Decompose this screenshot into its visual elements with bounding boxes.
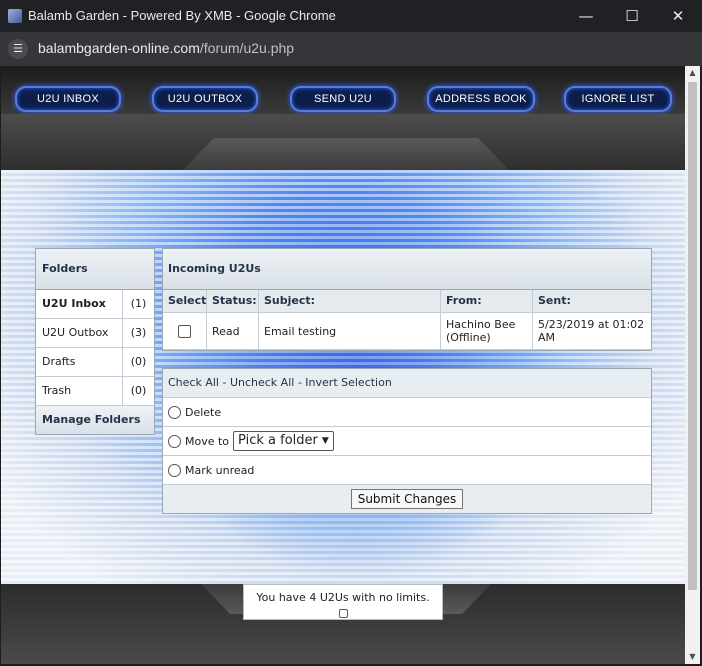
inbox-column-headers: Select Status: Subject: From: Sent: bbox=[163, 290, 651, 313]
nav-u2u-outbox[interactable]: U2U OUTBOX bbox=[152, 86, 258, 112]
submit-changes-button[interactable]: Submit Changes bbox=[350, 489, 464, 509]
url-path: /forum/u2u.php bbox=[199, 40, 295, 56]
col-sent: Sent: bbox=[538, 294, 571, 307]
separator: - bbox=[218, 376, 230, 389]
table-row: Read Email testing Hachino Bee (Offline)… bbox=[163, 313, 651, 350]
submit-row: Submit Changes bbox=[163, 485, 651, 513]
folder-name[interactable]: Trash bbox=[36, 377, 123, 405]
folder-name[interactable]: U2U Outbox bbox=[36, 319, 123, 347]
folder-count: (0) bbox=[130, 355, 147, 368]
mark-unread-radio[interactable] bbox=[168, 463, 181, 477]
top-nav: U2U INBOX U2U OUTBOX SEND U2U ADDRESS BO… bbox=[1, 66, 685, 114]
delete-radio[interactable] bbox=[168, 405, 181, 419]
inbox-panel: Incoming U2Us Select Status: Subject: Fr… bbox=[162, 248, 652, 351]
manage-folders-link[interactable]: Manage Folders bbox=[36, 406, 154, 434]
nav-ignore-list[interactable]: IGNORE LIST bbox=[564, 86, 672, 112]
check-all-link[interactable]: Check All bbox=[168, 376, 219, 389]
folder-name[interactable]: Drafts bbox=[36, 348, 123, 376]
sent-cell: 5/23/2019 at 01:02 AM bbox=[538, 318, 645, 344]
url-host: balambgarden-online.com bbox=[38, 40, 200, 56]
from-link[interactable]: Hachino Bee (Offline) bbox=[441, 313, 533, 349]
folder-row-outbox[interactable]: U2U Outbox (3) bbox=[36, 319, 154, 348]
folder-row-inbox[interactable]: U2U Inbox (1) bbox=[36, 290, 154, 319]
separator: - bbox=[294, 376, 306, 389]
folder-row-trash[interactable]: Trash (0) bbox=[36, 377, 154, 406]
folder-count: (1) bbox=[130, 297, 147, 310]
inbox-title: Incoming U2Us bbox=[163, 249, 651, 290]
uncheck-all-link[interactable]: Uncheck All bbox=[230, 376, 294, 389]
subject-link[interactable]: Email testing bbox=[259, 313, 441, 349]
scroll-up-icon[interactable]: ▲ bbox=[685, 66, 700, 80]
nav-u2u-inbox[interactable]: U2U INBOX bbox=[15, 86, 121, 112]
mark-unread-label: Mark unread bbox=[185, 463, 255, 477]
site-info-icon[interactable]: ☰ bbox=[8, 39, 28, 59]
col-subject: Subject: bbox=[259, 290, 441, 312]
invert-selection-link[interactable]: Invert Selection bbox=[305, 376, 392, 389]
folders-panel: Folders U2U Inbox (1) U2U Outbox (3) Dra… bbox=[35, 248, 155, 435]
close-button[interactable]: ✕ bbox=[655, 0, 701, 32]
folder-select-value: Pick a folder bbox=[238, 433, 318, 448]
header-tab bbox=[181, 138, 511, 172]
folder-row-drafts[interactable]: Drafts (0) bbox=[36, 348, 154, 377]
folder-count: (0) bbox=[130, 384, 147, 397]
minimize-button[interactable]: — bbox=[563, 0, 609, 32]
move-radio[interactable] bbox=[168, 434, 181, 448]
status-cell: Read bbox=[207, 313, 259, 349]
scroll-down-icon[interactable]: ▼ bbox=[685, 650, 700, 664]
vertical-scrollbar[interactable]: ▲ ▼ bbox=[685, 66, 700, 664]
scroll-handle-icon[interactable] bbox=[339, 609, 348, 618]
chevron-down-icon: ▼ bbox=[321, 436, 329, 446]
selection-links: Check All - Uncheck All - Invert Selecti… bbox=[163, 369, 651, 398]
move-label: Move to bbox=[185, 434, 230, 448]
message-checkbox[interactable] bbox=[178, 324, 191, 338]
scrollbar-thumb[interactable] bbox=[688, 82, 697, 590]
folder-select[interactable]: Pick a folder ▼ bbox=[233, 431, 334, 451]
col-status: Status: bbox=[207, 290, 259, 312]
u2u-quota-text: You have 4 U2Us with no limits. bbox=[256, 591, 430, 604]
delete-option[interactable]: Delete bbox=[163, 398, 651, 427]
delete-label: Delete bbox=[185, 405, 222, 419]
site-favicon-icon bbox=[8, 9, 22, 23]
move-option[interactable]: Move to Pick a folder ▼ bbox=[163, 427, 651, 456]
actions-panel: Check All - Uncheck All - Invert Selecti… bbox=[162, 368, 652, 514]
col-from: From: bbox=[441, 290, 533, 312]
folders-title: Folders bbox=[36, 249, 154, 290]
folder-count: (3) bbox=[130, 326, 147, 339]
nav-send-u2u[interactable]: SEND U2U bbox=[290, 86, 396, 112]
nav-address-book[interactable]: ADDRESS BOOK bbox=[427, 86, 535, 112]
page-viewport: U2U INBOX U2U OUTBOX SEND U2U ADDRESS BO… bbox=[1, 66, 685, 664]
window-title: Balamb Garden - Powered By XMB - Google … bbox=[28, 8, 336, 23]
mark-unread-option[interactable]: Mark unread bbox=[163, 456, 651, 485]
maximize-button[interactable]: ☐ bbox=[609, 0, 655, 32]
folder-name[interactable]: U2U Inbox bbox=[36, 290, 123, 318]
url-field[interactable]: balambgarden-online.com/forum/u2u.php bbox=[38, 40, 294, 56]
col-select: Select bbox=[163, 290, 207, 312]
select-cell bbox=[163, 313, 207, 349]
u2u-quota-notice: You have 4 U2Us with no limits. bbox=[243, 584, 443, 620]
address-bar: ☰ balambgarden-online.com/forum/u2u.php bbox=[0, 32, 702, 66]
window-titlebar: Balamb Garden - Powered By XMB - Google … bbox=[0, 0, 702, 32]
